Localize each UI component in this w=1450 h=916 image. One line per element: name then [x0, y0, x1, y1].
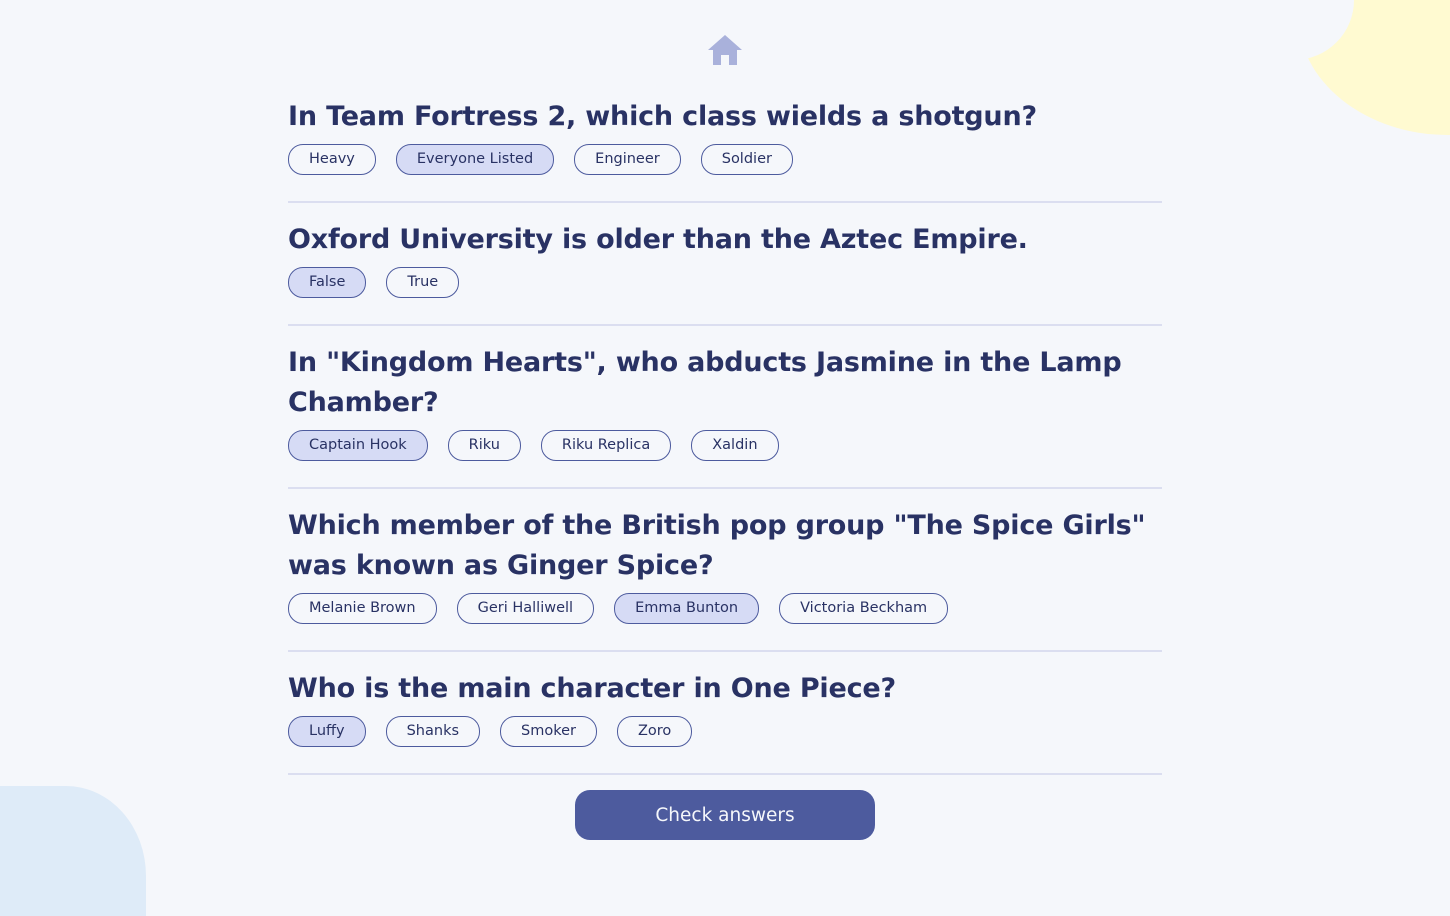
question-item: In Team Fortress 2, which class wields a…	[288, 97, 1162, 203]
answer-button[interactable]: Heavy	[288, 144, 376, 175]
answer-button-selected[interactable]: Luffy	[288, 716, 366, 747]
answer-button[interactable]: Engineer	[574, 144, 681, 175]
answer-button[interactable]: Riku	[447, 430, 521, 461]
question-text: In "Kingdom Hearts", who abducts Jasmine…	[288, 347, 1122, 418]
answer-options: Captain Hook Riku Riku Replica Xaldin	[288, 430, 1162, 461]
question-item: Which member of the British pop group "T…	[288, 506, 1162, 652]
decorative-blob-bottom	[0, 786, 146, 916]
question-text: Who is the main character in One Piece?	[288, 673, 896, 704]
answer-options: Heavy Everyone Listed Engineer Soldier	[288, 144, 1162, 175]
answer-options: False True	[288, 267, 1162, 298]
answer-button[interactable]: Riku Replica	[540, 430, 672, 461]
question-item: Who is the main character in One Piece? …	[288, 669, 1162, 775]
answer-button[interactable]: Smoker	[500, 716, 597, 747]
question-text: In Team Fortress 2, which class wields a…	[288, 101, 1037, 132]
answer-button[interactable]: Geri Halliwell	[456, 593, 595, 624]
answer-button[interactable]: Xaldin	[691, 430, 779, 461]
decorative-blob-top	[1294, 0, 1450, 135]
answer-button[interactable]: True	[386, 267, 460, 298]
answer-options: Luffy Shanks Smoker Zoro	[288, 716, 1162, 747]
question-item: In "Kingdom Hearts", who abducts Jasmine…	[288, 343, 1162, 489]
answer-button-selected[interactable]: Captain Hook	[288, 430, 428, 461]
question-text: Oxford University is older than the Azte…	[288, 224, 1028, 255]
check-answers-button[interactable]: Check answers	[575, 790, 875, 840]
answer-button-selected[interactable]: Emma Bunton	[614, 593, 760, 624]
home-icon[interactable]	[707, 33, 743, 67]
answer-button-selected[interactable]: Everyone Listed	[395, 144, 555, 175]
answer-button-selected[interactable]: False	[288, 267, 367, 298]
answer-button[interactable]: Soldier	[700, 144, 793, 175]
answer-options: Melanie Brown Geri Halliwell Emma Bunton…	[288, 593, 1162, 624]
question-item: Oxford University is older than the Azte…	[288, 220, 1162, 326]
question-text: Which member of the British pop group "T…	[288, 510, 1146, 581]
answer-button[interactable]: Melanie Brown	[288, 593, 437, 624]
answer-button[interactable]: Shanks	[385, 716, 481, 747]
answer-button[interactable]: Victoria Beckham	[779, 593, 949, 624]
answer-button[interactable]: Zoro	[616, 716, 693, 747]
